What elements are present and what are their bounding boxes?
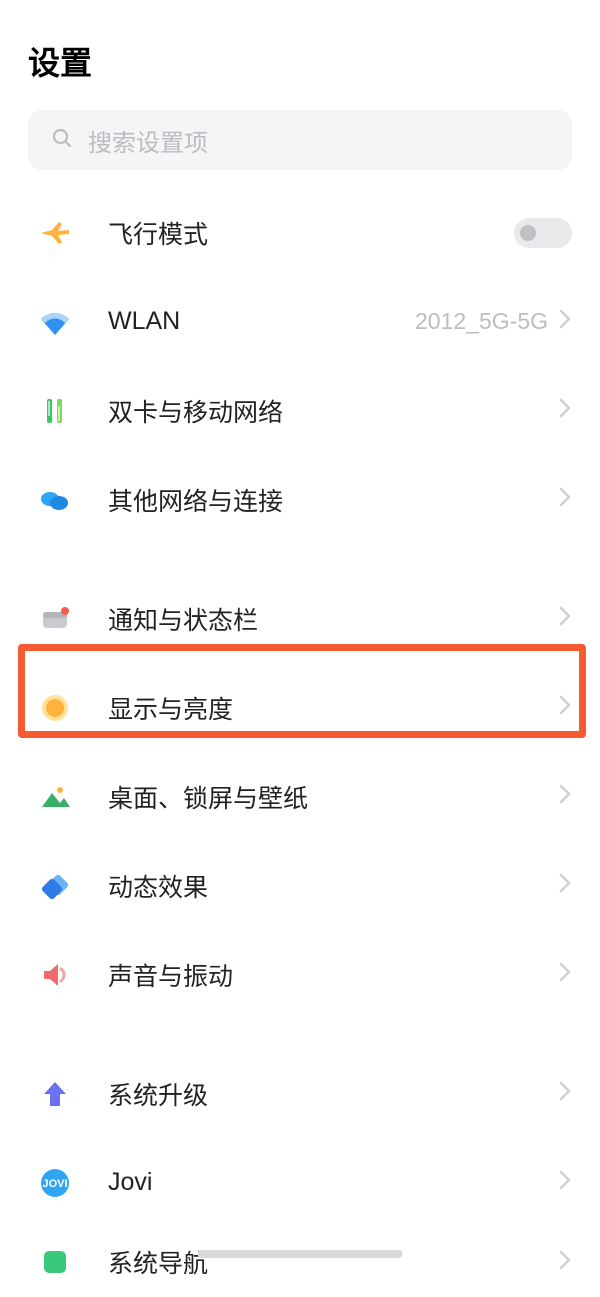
settings-item-label: Jovi <box>108 1168 558 1197</box>
settings-item-label: 通知与状态栏 <box>108 601 558 637</box>
settings-item-label: 声音与振动 <box>108 957 558 993</box>
search-icon <box>50 126 74 155</box>
upgrade-icon <box>38 1077 72 1111</box>
settings-item-wlan[interactable]: WLAN 2012_5G-5G <box>0 277 600 366</box>
chevron-right-icon <box>558 694 572 721</box>
link-icon <box>38 483 72 517</box>
chevron-right-icon <box>558 783 572 810</box>
chevron-right-icon <box>558 872 572 899</box>
chevron-right-icon <box>558 605 572 632</box>
sim-icon <box>38 394 72 428</box>
settings-item-label: 双卡与移动网络 <box>108 393 558 429</box>
chevron-right-icon <box>558 1080 572 1107</box>
search-input[interactable]: 搜索设置项 <box>28 110 572 170</box>
navigation-icon <box>38 1245 72 1279</box>
chevron-right-icon <box>558 1249 572 1276</box>
settings-item-airplane[interactable]: 飞行模式 <box>0 188 600 277</box>
notification-icon <box>38 602 72 636</box>
sound-icon <box>38 958 72 992</box>
chevron-right-icon <box>558 1169 572 1196</box>
airplane-icon <box>38 216 72 250</box>
image-icon <box>38 780 72 814</box>
settings-item-upgrade[interactable]: 系统升级 <box>0 1049 600 1138</box>
home-indicator <box>198 1250 403 1258</box>
chevron-right-icon <box>558 961 572 988</box>
page-title: 设置 <box>28 38 572 84</box>
settings-item-navigation[interactable]: 系统导航 <box>0 1227 600 1297</box>
wifi-icon <box>38 305 72 339</box>
search-placeholder: 搜索设置项 <box>88 123 208 158</box>
settings-item-label: 系统升级 <box>108 1076 558 1112</box>
settings-item-othernet[interactable]: 其他网络与连接 <box>0 455 600 544</box>
settings-item-dualsim[interactable]: 双卡与移动网络 <box>0 366 600 455</box>
dynamic-icon <box>38 869 72 903</box>
settings-item-display[interactable]: 显示与亮度 <box>0 663 600 752</box>
settings-item-label: WLAN <box>108 307 415 336</box>
settings-item-label: 飞行模式 <box>108 215 514 251</box>
settings-item-wallpaper[interactable]: 桌面、锁屏与壁纸 <box>0 752 600 841</box>
chevron-right-icon <box>558 308 572 335</box>
settings-item-value: 2012_5G-5G <box>415 308 548 335</box>
settings-item-label: 动态效果 <box>108 868 558 904</box>
jovi-icon: JOVI <box>38 1166 72 1200</box>
settings-item-label: 桌面、锁屏与壁纸 <box>108 779 558 815</box>
settings-item-dynamic[interactable]: 动态效果 <box>0 841 600 930</box>
settings-item-notification[interactable]: 通知与状态栏 <box>0 574 600 663</box>
settings-item-sound[interactable]: 声音与振动 <box>0 930 600 1019</box>
chevron-right-icon <box>558 486 572 513</box>
settings-item-jovi[interactable]: JOVI Jovi <box>0 1138 600 1227</box>
svg-text:JOVI: JOVI <box>42 1178 67 1190</box>
settings-list: 飞行模式 WLAN 2012_5G-5G 双卡与移动网络 <box>0 188 600 1297</box>
airplane-toggle[interactable] <box>514 218 572 248</box>
brightness-icon <box>38 691 72 725</box>
chevron-right-icon <box>558 397 572 424</box>
settings-item-label: 其他网络与连接 <box>108 482 558 518</box>
settings-item-label: 显示与亮度 <box>108 690 558 726</box>
